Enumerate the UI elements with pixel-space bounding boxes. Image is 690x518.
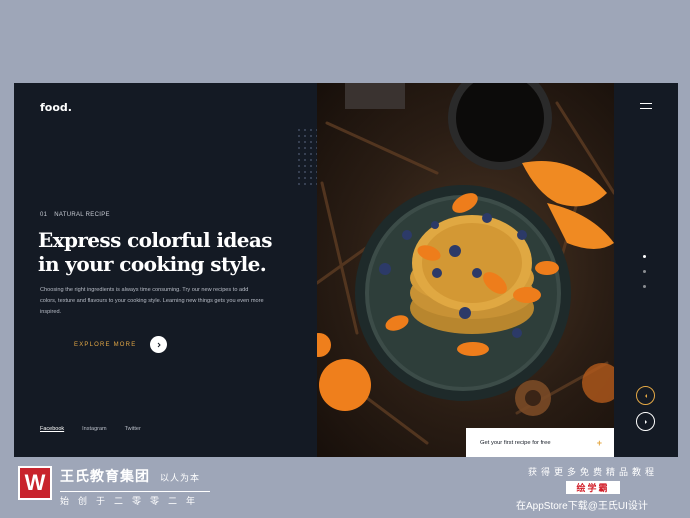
arrow-right-icon[interactable]: [150, 336, 168, 353]
free-recipe-card[interactable]: Get your first recipe for free +: [466, 428, 616, 457]
social-link-facebook[interactable]: Facebook: [40, 426, 64, 432]
free-recipe-label: Get your first recipe for free: [480, 439, 551, 446]
eyebrow-text: NATURAL RECIPE: [54, 212, 110, 218]
promo-line3: 在AppStore下载@王氏UI设计: [516, 501, 648, 512]
brand-logo: W: [18, 466, 52, 500]
social-link-twitter[interactable]: Twitter: [125, 426, 141, 432]
hamburger-menu-icon[interactable]: [640, 103, 652, 109]
landing-page-frame: food. 01 NATURAL RECIPE Express colorful…: [14, 83, 678, 457]
brand-name: 王氏教育集团 以人为本: [60, 466, 210, 486]
slide-pager: [643, 255, 646, 288]
pager-dot-2[interactable]: [643, 270, 646, 273]
decorative-dot-grid: [296, 127, 318, 187]
hero-headline-line2: in your cooking style.: [38, 252, 267, 276]
brand-subtitle: 始创于二零零二年: [60, 491, 210, 507]
hero-food-photo: [317, 83, 614, 457]
pager-dot-3[interactable]: [643, 285, 646, 288]
eyebrow-label: 01 NATURAL RECIPE: [40, 212, 110, 218]
watermark-brand: W 王氏教育集团 以人为本 始创于二零零二年: [18, 466, 210, 507]
right-rail: [614, 83, 678, 457]
social-link-instagram[interactable]: Instagram: [82, 426, 106, 432]
chevron-right-icon[interactable]: [636, 412, 655, 431]
hero-headline: Express colorful ideas in your cooking s…: [38, 228, 308, 276]
plus-icon: +: [596, 437, 602, 448]
chevron-left-icon[interactable]: [636, 386, 655, 405]
brand-name-text: 王氏教育集团: [60, 468, 150, 484]
hero-headline-line1: Express colorful ideas: [38, 228, 273, 252]
social-links: Facebook Instagram Twitter: [40, 426, 141, 432]
watermark-promo: 获得更多免费精品教程 绘学霸 在AppStore下载@王氏UI设计: [516, 465, 670, 512]
eyebrow-number: 01: [40, 212, 48, 218]
pager-dot-1[interactable]: [643, 255, 646, 258]
promo-line1: 获得更多免费精品教程: [527, 467, 658, 477]
explore-more-label: EXPLORE MORE: [74, 341, 137, 348]
site-logo[interactable]: food.: [40, 101, 72, 114]
brand-text: 王氏教育集团 以人为本 始创于二零零二年: [60, 466, 210, 507]
brand-slogan: 以人为本: [160, 473, 201, 483]
explore-more-button[interactable]: EXPLORE MORE: [74, 336, 168, 353]
hero-description: Choosing the right ingredients is always…: [40, 287, 264, 315]
promo-badge: 绘学霸: [566, 481, 620, 494]
